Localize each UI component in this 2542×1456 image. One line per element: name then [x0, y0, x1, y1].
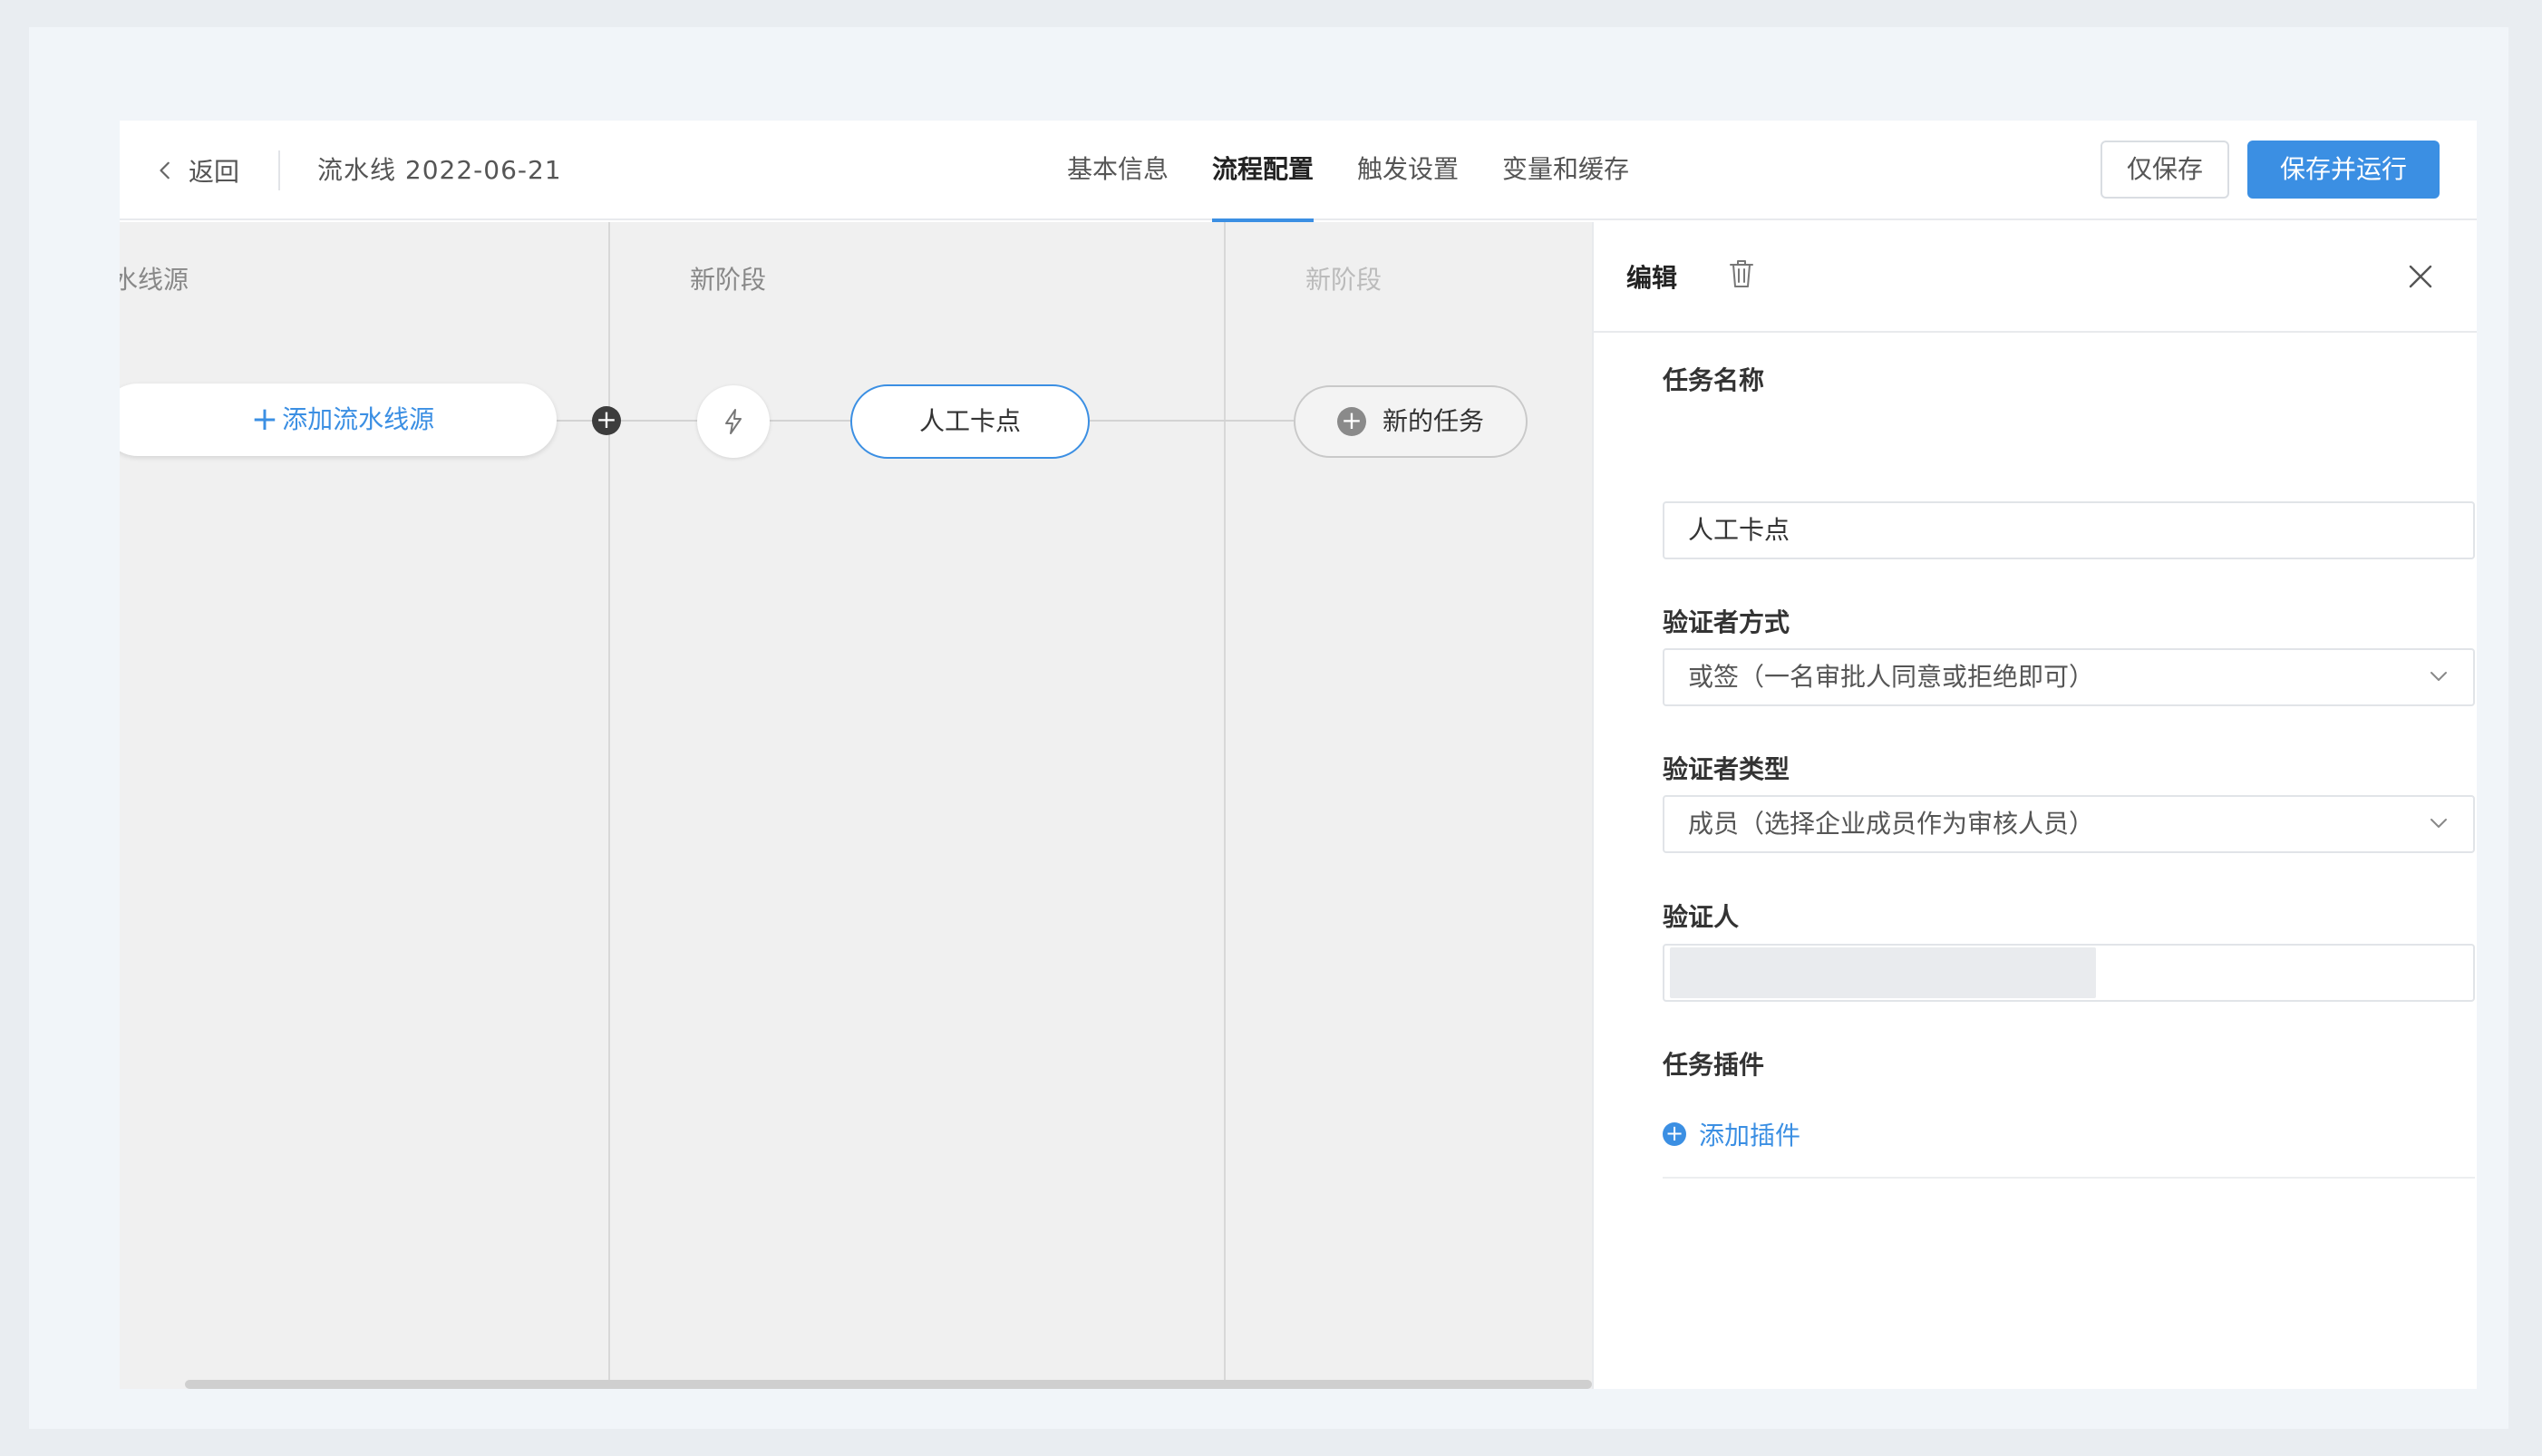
plus-circle-icon: +	[1336, 407, 1366, 436]
verifier-input[interactable]	[1663, 944, 2475, 1002]
plus-circle-icon: +	[1663, 1122, 1686, 1146]
verifier-mode-label: 验证者方式	[1663, 607, 1790, 637]
verifier-type-select[interactable]: 成员（选择企业成员作为审核人员）	[1663, 795, 2475, 853]
back-label: 返回	[189, 157, 240, 187]
verifier-type-value: 成员（选择企业成员作为审核人员）	[1688, 809, 2095, 839]
top-bar: 返回 流水线 2022-06-21 基本信息 流程配置 触发设置 变量和缓存 仅…	[120, 121, 2477, 222]
task-plugins-label: 任务插件	[1663, 1050, 1765, 1080]
chevron-down-icon	[2430, 819, 2447, 828]
add-stage-icon[interactable]: +	[592, 406, 621, 435]
edit-panel: 编辑 任务名称 人工卡点 验证者方式 或签（一名审批人同意或拒绝即可） 验证者类…	[1592, 222, 2477, 1389]
trash-icon[interactable]	[1728, 258, 1755, 289]
save-and-run-button[interactable]: 保存并运行	[2247, 141, 2440, 199]
panel-title: 编辑	[1626, 263, 1678, 293]
chevron-left-icon	[160, 161, 170, 180]
save-button[interactable]: 仅保存	[2101, 141, 2229, 199]
verifier-placeholder-block	[1670, 947, 2096, 998]
stage-title-new-stage-placeholder[interactable]: 新阶段	[1305, 260, 1382, 296]
tab-variables-cache[interactable]: 变量和缓存	[1502, 121, 1629, 220]
tab-flow-config[interactable]: 流程配置	[1212, 121, 1315, 222]
lightning-icon	[725, 409, 742, 434]
task-name-label: 任务名称	[1663, 365, 1765, 395]
back-button[interactable]: 返回	[156, 148, 239, 193]
page-background: 返回 流水线 2022-06-21 基本信息 流程配置 触发设置 变量和缓存 仅…	[29, 27, 2508, 1429]
panel-header: 编辑	[1594, 222, 2477, 333]
pipeline-editor: 返回 流水线 2022-06-21 基本信息 流程配置 触发设置 变量和缓存 仅…	[120, 121, 2477, 1389]
new-task-button[interactable]: + 新的任务	[1294, 385, 1528, 458]
flow-canvas[interactable]: 水线源 新阶段 新阶段 + 添加流水线源 + 人工卡点 + 新的任务	[120, 222, 1592, 1389]
verifier-type-label: 验证者类型	[1663, 754, 1790, 784]
stage-divider	[608, 222, 610, 1389]
tab-trigger-settings[interactable]: 触发设置	[1357, 121, 1459, 220]
stage-divider	[1224, 222, 1226, 1389]
verifier-label: 验证人	[1663, 902, 1740, 932]
stage-title-source: 水线源	[120, 265, 189, 295]
new-task-label: 新的任务	[1382, 406, 1484, 436]
connector-line	[1090, 420, 1294, 422]
verifier-mode-value: 或签（一名审批人同意或拒绝即可）	[1688, 662, 2095, 692]
close-icon[interactable]	[2408, 264, 2433, 289]
connector-line	[557, 420, 593, 422]
chevron-down-icon	[2430, 672, 2447, 681]
stage-title-new-stage[interactable]: 新阶段	[690, 260, 766, 296]
add-plugin-label: 添加插件	[1699, 1121, 1801, 1150]
trigger-node[interactable]	[697, 385, 770, 458]
plugins-divider	[1663, 1177, 2475, 1179]
pipeline-title: 流水线 2022-06-21	[317, 155, 562, 185]
verifier-mode-select[interactable]: 或签（一名审批人同意或拒绝即可）	[1663, 648, 2475, 706]
plus-icon: +	[250, 401, 279, 438]
horizontal-scrollbar[interactable]	[185, 1380, 1592, 1389]
add-pipeline-source-button[interactable]: + 添加流水线源	[120, 383, 557, 456]
add-source-label: 添加流水线源	[282, 404, 435, 434]
connector-line	[621, 420, 697, 422]
add-plugin-button[interactable]: + 添加插件	[1663, 1116, 1800, 1152]
tab-bar: 基本信息 流程配置 触发设置 变量和缓存	[1067, 121, 1629, 222]
task-name-input[interactable]: 人工卡点	[1663, 501, 2475, 559]
connector-line	[770, 420, 850, 422]
tab-basic-info[interactable]: 基本信息	[1067, 121, 1169, 220]
header-divider	[278, 150, 280, 190]
task-node-manual-checkpoint[interactable]: 人工卡点	[850, 384, 1090, 459]
